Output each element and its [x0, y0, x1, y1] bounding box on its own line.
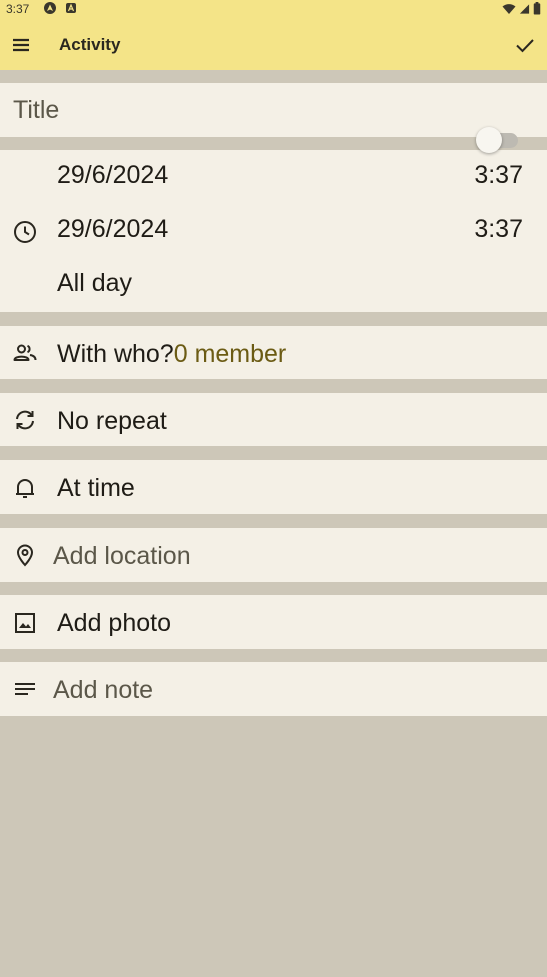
location-row[interactable]: Add location: [0, 528, 547, 582]
start-date[interactable]: 29/6/2024: [57, 161, 168, 190]
image-icon: [12, 610, 38, 636]
start-time[interactable]: 3:37: [474, 161, 523, 190]
title-field[interactable]: Title: [13, 96, 59, 125]
location-field[interactable]: Add location: [53, 542, 191, 571]
autopilot-icon: [44, 2, 56, 14]
all-day-toggle[interactable]: [476, 127, 522, 153]
app-bar: Activity: [0, 18, 547, 70]
status-time: 3:37: [6, 2, 30, 16]
bell-icon: [12, 475, 38, 501]
photo-label: Add photo: [57, 609, 171, 637]
clock-icon: [12, 219, 38, 245]
end-time[interactable]: 3:37: [474, 215, 523, 244]
with-who-text: With who?: [57, 340, 174, 368]
reminder-label: At time: [57, 474, 135, 502]
member-count: 0 member: [173, 340, 287, 368]
check-icon[interactable]: [511, 31, 539, 59]
all-day-label: All day: [57, 269, 133, 297]
end-date[interactable]: 29/6/2024: [57, 215, 168, 244]
notification-a-icon: [65, 2, 77, 14]
signal-icon: [519, 3, 530, 18]
datetime-card: 29/6/2024 3:37 29/6/2024 3:37 All day: [0, 150, 547, 312]
note-row[interactable]: Add note: [0, 662, 547, 716]
note-field[interactable]: Add note: [53, 676, 153, 705]
toggle-thumb: [476, 127, 502, 153]
status-bar: 3:37: [0, 0, 547, 18]
page-title: Activity: [59, 35, 121, 54]
reminder-row[interactable]: At time: [0, 460, 547, 514]
wifi-icon: [502, 3, 516, 18]
location-pin-icon: [12, 542, 38, 568]
battery-icon: [533, 2, 541, 18]
repeat-label: No repeat: [57, 407, 167, 435]
notes-icon: [12, 676, 38, 702]
repeat-row[interactable]: No repeat: [0, 393, 547, 446]
title-card: Title: [0, 83, 547, 137]
people-icon: [12, 340, 38, 366]
repeat-icon: [12, 407, 38, 433]
photo-row[interactable]: Add photo: [0, 595, 547, 649]
with-who-row[interactable]: With who?0 member: [0, 326, 547, 379]
with-who-label: With who?0 member: [57, 340, 286, 369]
menu-icon[interactable]: [8, 32, 34, 58]
